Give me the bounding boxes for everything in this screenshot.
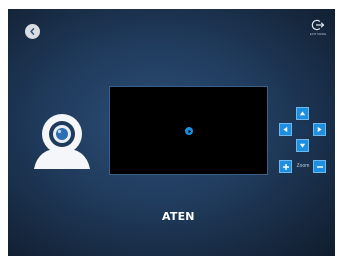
webcam-icon	[34, 114, 90, 169]
pan-right-button[interactable]	[313, 123, 326, 136]
exit-label: EXIT MODE	[309, 32, 327, 36]
arrow-left-icon	[283, 126, 288, 133]
pad-center	[296, 123, 309, 136]
chevron-left-icon	[30, 28, 35, 35]
arrow-right-icon	[317, 126, 322, 133]
play-icon	[188, 129, 191, 133]
zoom-label: Zoom	[296, 163, 310, 169]
brand-name: ATEN	[162, 210, 195, 223]
camera-control-screen: EXIT MODE Zoom ATEN	[8, 9, 335, 256]
video-preview[interactable]	[109, 86, 268, 175]
ptz-control-pad: Zoom	[278, 107, 328, 177]
zoom-in-button[interactable]	[279, 160, 292, 173]
sign-out-icon	[311, 19, 325, 31]
pan-down-button[interactable]	[296, 139, 309, 152]
pan-left-button[interactable]	[279, 123, 292, 136]
arrow-down-icon	[299, 143, 306, 148]
plus-icon	[282, 163, 289, 170]
minus-icon	[316, 165, 323, 168]
arrow-up-icon	[299, 111, 306, 116]
brand-logo: ATEN	[162, 210, 195, 224]
back-button[interactable]	[25, 24, 40, 39]
play-button[interactable]	[185, 127, 193, 135]
exit-button[interactable]: EXIT MODE	[306, 18, 330, 42]
pan-up-button[interactable]	[296, 107, 309, 120]
zoom-out-button[interactable]	[313, 160, 326, 173]
